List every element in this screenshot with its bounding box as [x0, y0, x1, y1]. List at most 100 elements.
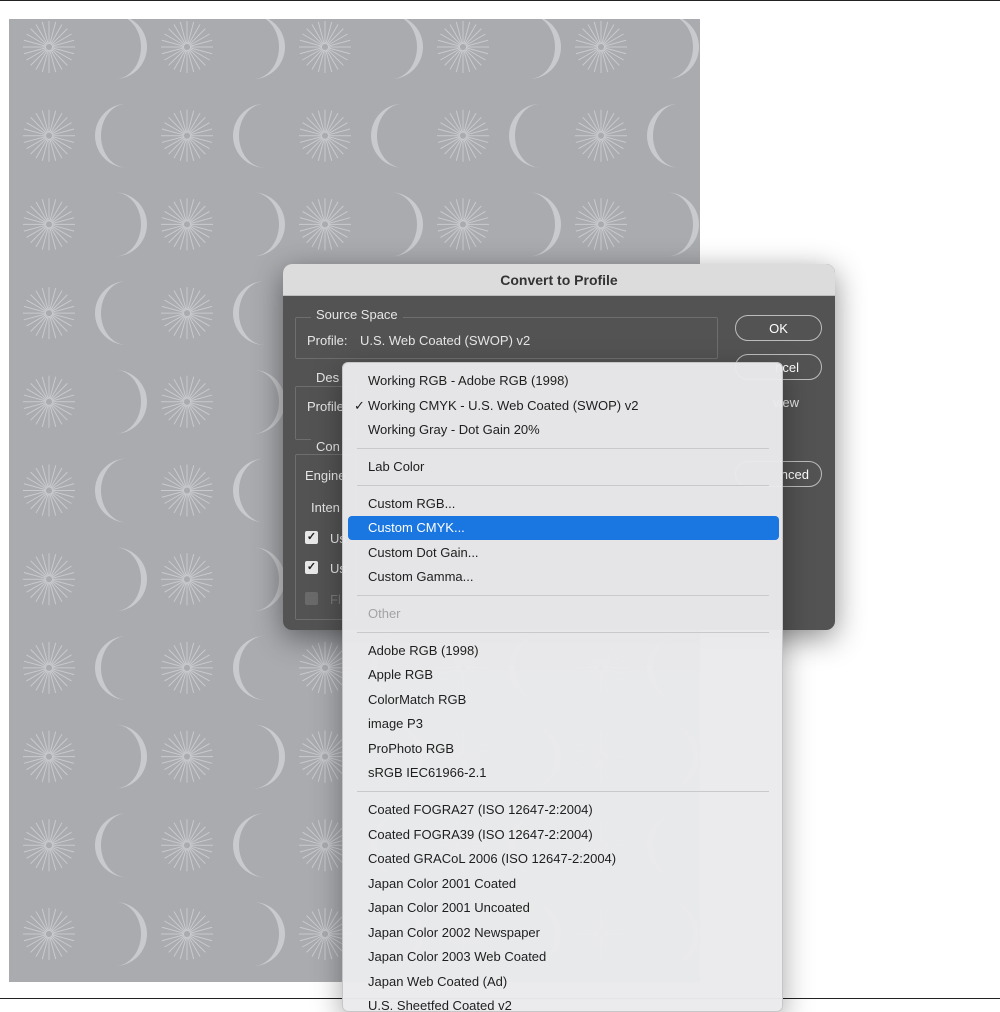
menu-item[interactable]: Custom Dot Gain... — [348, 541, 779, 565]
menu-item-label: Japan Color 2002 Newspaper — [368, 924, 540, 940]
starburst-icon — [161, 819, 213, 872]
source-space-legend: Source Space — [311, 307, 403, 322]
starburst-icon — [23, 908, 75, 960]
menu-item[interactable]: ✓ Working CMYK - U.S. Web Coated (SWOP) v… — [348, 394, 779, 418]
menu-item-label: Custom Gamma... — [368, 569, 474, 585]
menu-item[interactable]: Working Gray - Dot Gain 20% — [348, 418, 779, 442]
starburst-icon — [23, 730, 75, 783]
starburst-icon — [299, 21, 351, 73]
menu-item[interactable]: Custom CMYK... — [348, 516, 779, 541]
starburst-icon — [161, 198, 213, 251]
crescent-moon-icon — [233, 458, 265, 523]
menu-item[interactable]: Custom RGB... — [348, 492, 779, 516]
menu-item[interactable]: Lab Color — [348, 455, 779, 479]
starburst-icon — [161, 109, 213, 162]
menu-item-label: Lab Color — [368, 458, 425, 474]
crescent-moon-icon — [529, 192, 561, 257]
starburst-icon — [161, 553, 213, 606]
starburst-icon — [161, 908, 213, 960]
starburst-icon — [23, 198, 75, 251]
menu-item-label: Coated GRACoL 2006 (ISO 12647-2:2004) — [368, 851, 617, 866]
menu-item[interactable]: ColorMatch RGB — [348, 688, 779, 712]
use-black-point-checkbox[interactable]: ✓ — [305, 531, 318, 544]
crescent-moon-icon — [233, 813, 265, 878]
crescent-moon-icon — [253, 192, 285, 257]
menu-item[interactable]: Custom Gamma... — [348, 565, 779, 589]
menu-item[interactable]: Japan Color 2003 Web Coated — [348, 945, 779, 969]
menu-item[interactable]: U.S. Sheetfed Coated v2 — [348, 994, 779, 1012]
crescent-moon-icon — [95, 635, 127, 700]
crescent-moon-icon — [371, 103, 403, 168]
crescent-moon-icon — [667, 19, 699, 79]
crescent-moon-icon — [253, 19, 285, 79]
destination-space-legend: Des — [311, 370, 345, 385]
menu-item[interactable]: Apple RGB — [348, 663, 779, 687]
menu-item[interactable]: Japan Color 2001 Coated — [348, 872, 779, 896]
menu-item-label: sRGB IEC61966-2.1 — [368, 765, 487, 781]
starburst-icon — [23, 375, 75, 428]
menu-item-label: U.S. Sheetfed Coated v2 — [368, 998, 512, 1012]
menu-item[interactable]: ProPhoto RGB — [348, 737, 779, 761]
crescent-moon-icon — [95, 281, 127, 346]
crescent-moon-icon — [233, 635, 265, 700]
crescent-moon-icon — [115, 192, 147, 257]
menu-item-label: Custom RGB... — [368, 495, 456, 511]
crescent-moon-icon — [647, 103, 679, 168]
menu-section-header: Other — [348, 602, 779, 626]
source-profile-label: Profile: — [307, 333, 348, 348]
use-dither-checkbox[interactable]: ✓ — [305, 561, 318, 574]
starburst-icon — [23, 464, 75, 517]
menu-separator — [357, 632, 769, 634]
starburst-icon — [299, 198, 351, 251]
starburst-icon — [161, 730, 213, 783]
menu-item-label: Japan Color 2001 Uncoated — [368, 900, 530, 915]
menu-item-label: Custom Dot Gain... — [368, 544, 479, 560]
crescent-moon-icon — [391, 19, 423, 79]
starburst-icon — [437, 198, 489, 251]
crescent-moon-icon — [233, 103, 265, 168]
menu-item[interactable]: Japan Color 2002 Newspaper — [348, 921, 779, 945]
starburst-icon — [437, 109, 489, 162]
menu-separator — [357, 791, 769, 793]
starburst-icon — [437, 21, 489, 73]
menu-item-label: ProPhoto RGB — [368, 740, 454, 756]
menu-item-label: Apple RGB — [368, 667, 434, 683]
menu-item[interactable]: Japan Color 2001 Uncoated — [348, 896, 779, 920]
menu-item[interactable]: Adobe RGB (1998) — [348, 639, 779, 663]
crescent-moon-icon — [253, 369, 285, 434]
menu-item-label: Coated FOGRA27 (ISO 12647-2:2004) — [368, 802, 593, 817]
menu-item[interactable]: Coated FOGRA27 (ISO 12647-2:2004) — [348, 798, 779, 822]
starburst-icon — [161, 21, 213, 73]
starburst-icon — [161, 464, 213, 517]
destination-profile-label: Profile — [307, 399, 344, 414]
menu-item-label: Custom CMYK... — [368, 520, 465, 536]
menu-item[interactable]: Coated GRACoL 2006 (ISO 12647-2:2004) — [348, 847, 779, 871]
menu-separator — [357, 595, 769, 597]
starburst-icon — [23, 287, 75, 340]
starburst-icon — [161, 641, 213, 694]
menu-item[interactable]: Japan Web Coated (Ad) — [348, 970, 779, 994]
menu-item-label: Japan Color 2003 Web Coated — [368, 949, 547, 964]
flatten-image-label: Fl — [330, 592, 341, 607]
menu-item-label: ColorMatch RGB — [368, 691, 467, 707]
menu-item[interactable]: sRGB IEC61966-2.1 — [348, 761, 779, 785]
ok-button[interactable]: OK — [735, 315, 822, 341]
source-profile-value: U.S. Web Coated (SWOP) v2 — [360, 333, 531, 348]
conversion-options-legend: Con — [311, 439, 345, 454]
crescent-moon-icon — [95, 458, 127, 523]
starburst-icon — [575, 21, 627, 73]
menu-item[interactable]: image P3 — [348, 712, 779, 736]
crescent-moon-icon — [253, 902, 285, 966]
flatten-image-checkbox[interactable] — [305, 592, 318, 605]
dialog-titlebar[interactable]: Convert to Profile — [283, 264, 835, 296]
menu-item-label: image P3 — [368, 716, 423, 732]
crescent-moon-icon — [233, 281, 265, 346]
engine-label: Engine — [305, 468, 346, 483]
menu-item[interactable]: Working RGB - Adobe RGB (1998) — [348, 369, 779, 393]
starburst-icon — [575, 109, 627, 162]
menu-item[interactable]: Coated FOGRA39 (ISO 12647-2:2004) — [348, 823, 779, 847]
dialog-title: Convert to Profile — [500, 271, 618, 288]
crescent-moon-icon — [529, 19, 561, 79]
menu-item-label: Adobe RGB (1998) — [368, 642, 479, 658]
crescent-moon-icon — [509, 103, 541, 168]
